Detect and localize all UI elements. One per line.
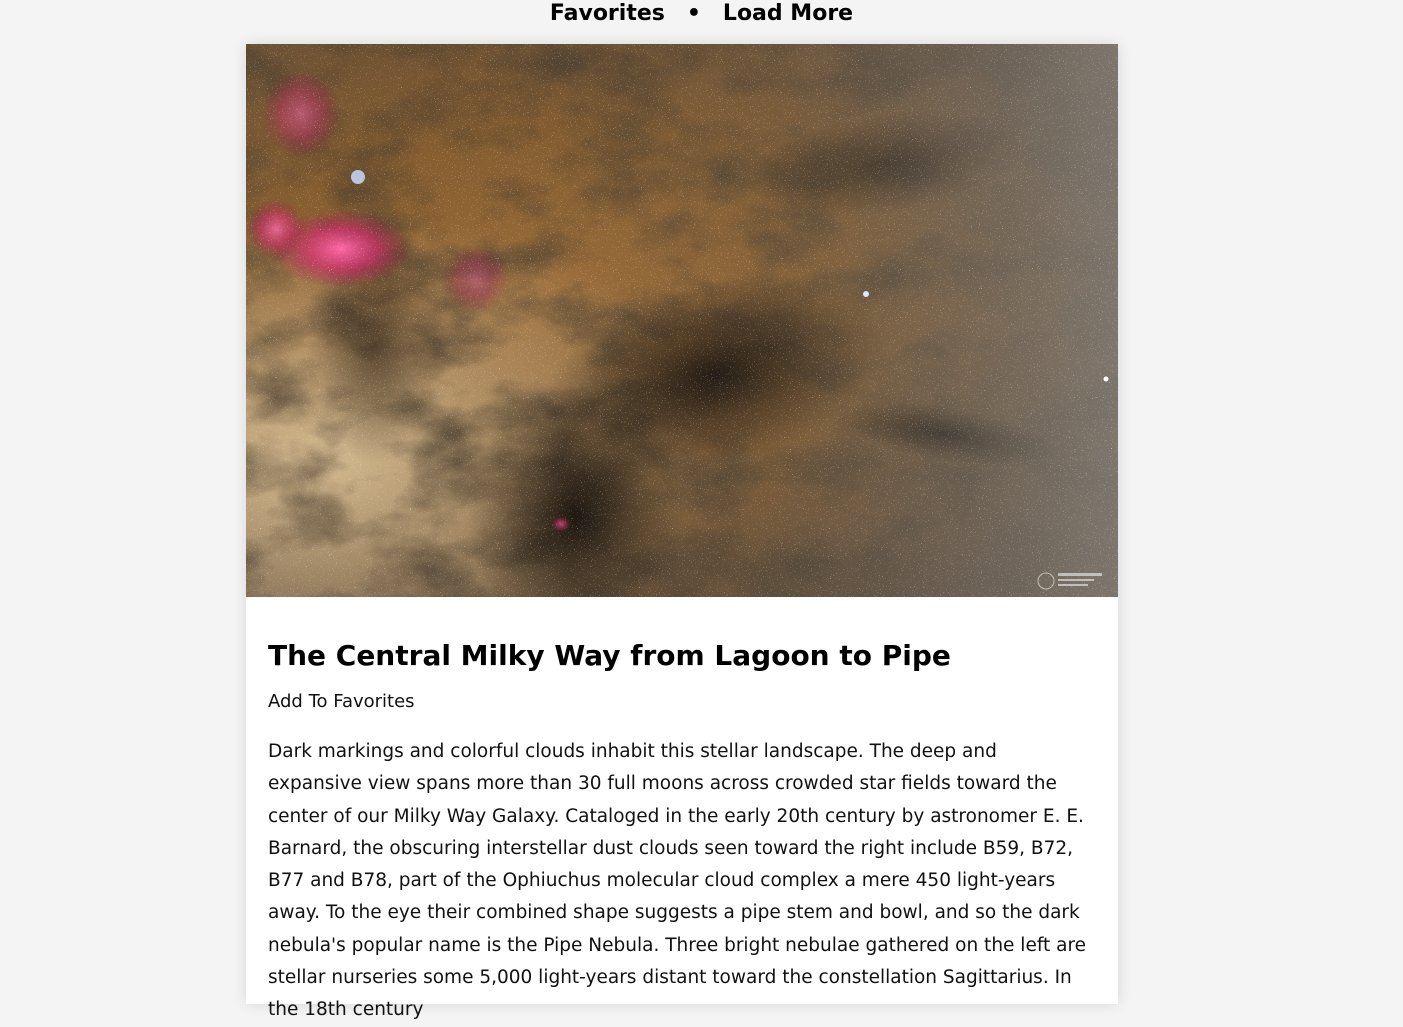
photographer-watermark-icon <box>1037 572 1102 590</box>
post-title: The Central Milky Way from Lagoon to Pip… <box>268 639 951 672</box>
nav-separator: • <box>686 1 701 26</box>
apod-card: The Central Milky Way from Lagoon to Pip… <box>246 44 1118 1020</box>
load-more-link[interactable]: Load More <box>723 1 853 27</box>
post-description: Dark markings and colorful clouds inhabi… <box>268 741 1087 1021</box>
milky-way-photo <box>246 44 1118 597</box>
top-navigation: Favorites • Load More <box>0 0 1403 44</box>
milky-way-image <box>246 44 1118 597</box>
post-content: The Central Milky Way from Lagoon to Pip… <box>246 597 1118 1027</box>
favorites-link[interactable]: Favorites <box>550 1 665 27</box>
add-to-favorites-link[interactable]: Add To Favorites <box>268 690 415 714</box>
